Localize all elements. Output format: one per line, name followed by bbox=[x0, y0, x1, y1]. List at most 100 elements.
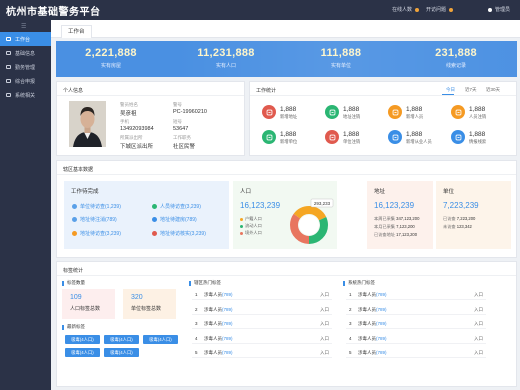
stat-label: 线索记录 bbox=[445, 63, 466, 69]
unit-card: 单位 7,223,239 已访查 7,223,200 未访查 123,342 bbox=[436, 181, 511, 249]
avatar bbox=[69, 101, 106, 147]
phone-label: 手机 bbox=[120, 119, 129, 124]
stat-value: 1,888 bbox=[343, 131, 360, 138]
work-stat-item[interactable]: 1,888 新增单位 bbox=[262, 128, 318, 150]
pending-task-item[interactable]: 地址待访查(3,239) bbox=[72, 230, 121, 237]
task-text: 人员待访查 bbox=[160, 204, 186, 210]
row-value: 7,223,200 bbox=[456, 216, 476, 221]
tag-button[interactable]: 吸毒(4人口) bbox=[104, 348, 139, 357]
stat-population: 11,231,888 实有人口 bbox=[171, 47, 281, 69]
stat-label: 新增地址 bbox=[280, 114, 298, 119]
pending-task-item[interactable]: 人员待访查(3,239) bbox=[152, 203, 201, 210]
tag-button[interactable]: 吸毒(4人口) bbox=[143, 335, 178, 344]
pending-task-item[interactable]: 地址待注消(789) bbox=[72, 216, 117, 223]
tag-name: 涉毒人员(789) bbox=[204, 307, 233, 313]
sidebar-item-basic-info[interactable]: 基础信息 bbox=[0, 46, 51, 60]
work-stat-item[interactable]: 1,888 单位注销 bbox=[325, 128, 381, 150]
stat-value: 231,888 bbox=[435, 47, 477, 59]
entry-link[interactable]: 入口 bbox=[320, 307, 329, 313]
task-icon bbox=[152, 217, 157, 222]
sidebar-item-duty[interactable]: 勤务管理 bbox=[0, 60, 51, 74]
stat-label: 新增人员 bbox=[406, 114, 424, 119]
stat-label: 实有人口 bbox=[215, 63, 236, 69]
count-label: 单位标签总数 bbox=[131, 306, 162, 312]
admin-menu[interactable]: 管理员 bbox=[488, 6, 510, 13]
legend-dot bbox=[240, 217, 243, 221]
work-stat-item[interactable]: 1,888 人员注销 bbox=[451, 103, 507, 125]
tab-workbench[interactable]: 工作台 bbox=[61, 25, 92, 38]
entry-link[interactable]: 入口 bbox=[474, 292, 483, 298]
station-value: 下城区派出所 bbox=[120, 144, 154, 150]
period-today[interactable]: 今日 bbox=[446, 87, 455, 93]
period-30days[interactable]: 近30天 bbox=[486, 87, 500, 93]
section-bar bbox=[62, 324, 64, 330]
entry-link[interactable]: 入口 bbox=[320, 350, 329, 356]
period-7days[interactable]: 近7天 bbox=[465, 87, 477, 93]
section-bar bbox=[189, 280, 191, 286]
task-count: (789) bbox=[185, 217, 197, 223]
badge-label: 警号 bbox=[173, 102, 182, 107]
entry-link[interactable]: 入口 bbox=[474, 350, 483, 356]
work-stat-item[interactable]: 1,888 新增人员 bbox=[388, 103, 444, 125]
tag-count-title: 标签数量 bbox=[62, 280, 85, 286]
personal-info-panel: 个人信息 警员姓名 吴彦祖 警号 PC-19960210 手机 13492093… bbox=[56, 81, 245, 156]
sidebar-item-report[interactable]: 综合申报 bbox=[0, 74, 51, 88]
hot-tag-row: 2 涉毒人员(789) 入口 bbox=[192, 305, 332, 315]
person-remove-icon bbox=[451, 105, 465, 119]
row-label: 未访查 bbox=[443, 224, 456, 229]
stat-clues: 231,888 线索记录 bbox=[401, 47, 511, 69]
stat-label: 实有单位 bbox=[330, 63, 351, 69]
stat-label: 单位注销 bbox=[343, 139, 361, 144]
sidebar-item-system[interactable]: 系统相关 bbox=[0, 88, 51, 102]
online-dot-icon bbox=[415, 7, 420, 12]
work-stat-item[interactable]: 1,888 情报线索 bbox=[451, 128, 507, 150]
entry-link[interactable]: 入口 bbox=[474, 336, 483, 342]
task-count: (3,239) bbox=[190, 231, 206, 237]
work-stat-item[interactable]: 1,888 新增地址 bbox=[262, 103, 318, 125]
open-issues[interactable]: 开访问题 bbox=[426, 6, 454, 13]
tag-button[interactable]: 吸毒(4人口) bbox=[104, 335, 139, 344]
pending-task-item[interactable]: 单位待访查(1,239) bbox=[72, 203, 121, 210]
tag-count: (789) bbox=[376, 292, 387, 297]
task-label: 地址待注消(789) bbox=[80, 216, 117, 223]
legend-item: 流动人口 bbox=[240, 223, 262, 229]
online-users[interactable]: 在线人数 bbox=[392, 6, 420, 13]
entry-link[interactable]: 入口 bbox=[474, 307, 483, 313]
pending-task-item[interactable]: 地址待访核实(3,239) bbox=[152, 230, 206, 237]
sidebar-item-label: 基础信息 bbox=[15, 50, 36, 57]
hot-tag-row: 4 涉毒人员(789) 入口 bbox=[192, 334, 332, 344]
rank-index: 3 bbox=[195, 321, 198, 326]
sidebar-item-workbench[interactable]: 工作台 bbox=[0, 32, 51, 46]
sidebar-item-label: 工作台 bbox=[15, 36, 31, 43]
area-hot-tags-title: 辖区热门标签 bbox=[189, 280, 221, 286]
app-window: 杭州市基础警务平台 在线人数 开访问题 管理员 ☰ 工作台 基础信息 勤务管理 bbox=[0, 0, 520, 390]
entry-link[interactable]: 入口 bbox=[474, 321, 483, 327]
entry-link[interactable]: 入口 bbox=[320, 336, 329, 342]
tag-button[interactable]: 吸毒(4人口) bbox=[65, 335, 100, 344]
panel-header bbox=[57, 262, 516, 276]
hot-tag-row: 2 涉毒人员(789) 入口 bbox=[346, 305, 486, 315]
task-label: 地址待建房(789) bbox=[160, 216, 197, 223]
app-title: 杭州市基础警务平台 bbox=[6, 7, 101, 18]
section-label: 系统热门标签 bbox=[348, 280, 375, 285]
panel-header bbox=[57, 161, 516, 175]
address-row: 本月已采集 7,123,200 bbox=[374, 224, 415, 230]
building-icon bbox=[262, 130, 276, 144]
address-row: 本周已采集 347,123,200 bbox=[374, 216, 419, 222]
tag-name-text: 涉毒人员 bbox=[358, 335, 376, 341]
tag-count: (789) bbox=[222, 292, 233, 297]
task-label: 单位待访查(1,239) bbox=[80, 203, 121, 210]
row-label: 已访查 bbox=[443, 216, 456, 221]
stat-value: 2,221,888 bbox=[85, 47, 137, 59]
entry-link[interactable]: 入口 bbox=[320, 321, 329, 327]
hot-tag-row: 3 涉毒人员(789) 入口 bbox=[192, 319, 332, 329]
sidebar: ☰ 工作台 基础信息 勤务管理 综合申报 系统相关 bbox=[0, 20, 51, 390]
pending-task-item[interactable]: 地址待建房(789) bbox=[152, 216, 197, 223]
work-stat-item[interactable]: 1,888 新增从业人员 bbox=[388, 128, 444, 150]
row-value: 7,123,200 bbox=[396, 224, 415, 229]
tag-count: (789) bbox=[222, 350, 233, 355]
entry-link[interactable]: 入口 bbox=[320, 292, 329, 298]
menu-toggle-icon[interactable]: ☰ bbox=[21, 23, 26, 30]
work-stat-item[interactable]: 1,888 地址注销 bbox=[325, 103, 381, 125]
tag-button[interactable]: 吸毒(4人口) bbox=[65, 348, 100, 357]
